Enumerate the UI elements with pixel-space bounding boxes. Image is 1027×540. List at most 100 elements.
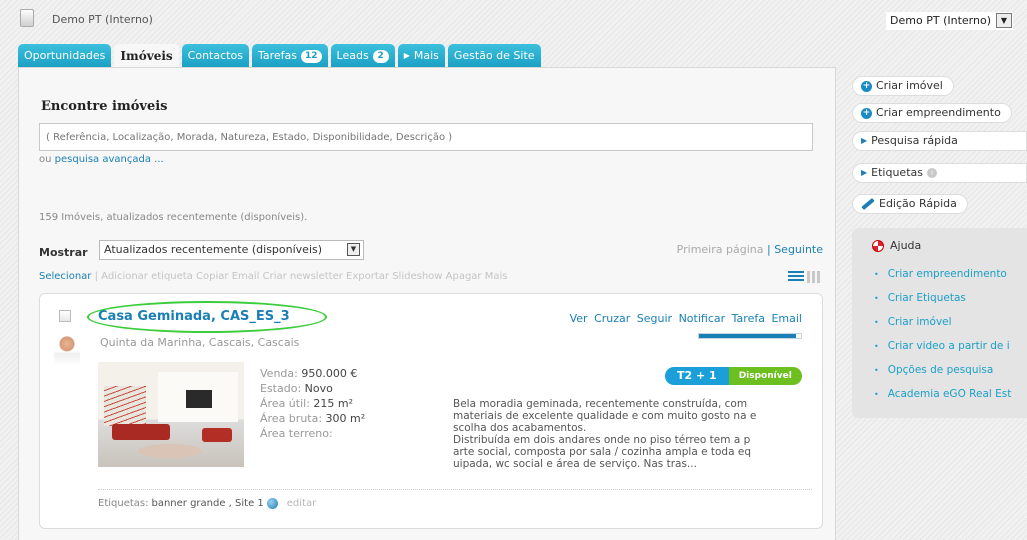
bulk-actions: Selecionar | Adicionar etiqueta Copiar E… <box>39 271 507 282</box>
quick-edit-button[interactable]: Edição Rápida <box>852 194 968 214</box>
select-action[interactable]: Selecionar <box>39 271 91 282</box>
status-badge: T2 + 1 Disponível <box>665 367 802 385</box>
help-link[interactable]: Criar Etiquetas <box>874 292 1011 316</box>
advanced-search-link[interactable]: pesquisa avançada ... <box>55 154 164 165</box>
lifebuoy-icon <box>872 239 884 252</box>
tab-label: Leads <box>336 49 369 62</box>
attr-gross-area: Área bruta: 300 m² <box>260 412 366 425</box>
tags-toggle[interactable]: ▶ Etiquetas i <box>852 163 1027 183</box>
next-page-link[interactable]: Seguinte <box>774 243 823 256</box>
export-action[interactable]: Exportar <box>346 271 389 282</box>
slideshow-action[interactable]: Slideshow <box>392 271 442 282</box>
first-page-link[interactable]: Primeira página <box>677 243 764 256</box>
divider <box>98 489 812 490</box>
triangle-right-icon: ▶ <box>403 51 410 60</box>
email-action[interactable]: Email <box>232 271 260 282</box>
notify-link[interactable]: Notificar <box>679 312 726 325</box>
triangle-right-icon: ▶ <box>861 136 868 145</box>
plus-icon: + <box>861 107 872 119</box>
completeness-bar <box>698 333 802 339</box>
tab-label: Gestão de Site <box>453 49 535 62</box>
property-card: Casa Geminada, CAS_ES_3 Quinta da Marinh… <box>39 293 823 529</box>
account-select[interactable]: Demo PT (Interno) ▼ <box>886 12 1013 30</box>
newsletter-action[interactable]: Criar newsletter <box>263 271 343 282</box>
delete-action[interactable]: Apagar <box>446 271 482 282</box>
property-tags: Etiquetas: banner grande , Site 1 editar <box>98 498 316 509</box>
view-toggle <box>788 271 821 283</box>
tab-label: Tarefas <box>257 49 297 62</box>
tab-tarefas[interactable]: Tarefas 12 <box>251 44 328 68</box>
chevron-down-icon[interactable]: ▼ <box>347 243 360 256</box>
tab-leads[interactable]: Leads 2 <box>330 44 395 68</box>
advanced-search: ou pesquisa avançada ... <box>39 154 164 165</box>
tags-value: banner grande , Site 1 <box>151 498 264 509</box>
tab-label: Contactos <box>187 49 243 62</box>
help-link[interactable]: Criar empreendimento <box>874 268 1011 292</box>
tab-contactos[interactable]: Contactos <box>181 44 249 68</box>
sort-select[interactable]: Atualizados recentemente (disponíveis) ▼ <box>99 240 364 260</box>
help-link[interactable]: Academia eGO Real Est <box>874 388 1012 412</box>
button-label: Pesquisa rápida <box>871 134 958 147</box>
tab-oportunidades[interactable]: Oportunidades <box>18 44 112 68</box>
action-separator: | <box>94 271 98 282</box>
attr-price: Venda: 950.000 € <box>260 367 358 380</box>
property-location: Quinta da Marinha, Cascais, Cascais <box>100 336 300 349</box>
triangle-right-icon: ▶ <box>861 168 868 177</box>
document-icon <box>20 9 34 27</box>
help-link[interactable]: Opções de pesquisa <box>874 364 1011 388</box>
sort-select-value: Atualizados recentemente (disponíveis) <box>104 243 323 256</box>
advanced-prefix: ou <box>39 154 52 165</box>
view-link[interactable]: Ver <box>570 312 588 325</box>
button-label: Etiquetas <box>871 166 923 179</box>
tarefas-count-badge: 12 <box>300 49 322 63</box>
account-select-value: Demo PT (Interno) <box>890 14 991 27</box>
search-title: Encontre imóveis <box>41 99 168 114</box>
info-icon[interactable]: i <box>926 168 937 178</box>
create-property-button[interactable]: + Criar imóvel <box>852 76 954 96</box>
leads-count-badge: 2 <box>372 49 389 63</box>
button-label: Criar empreendimento <box>876 106 1001 119</box>
agent-avatar <box>54 332 80 366</box>
globe-icon <box>266 498 278 509</box>
task-link[interactable]: Tarefa <box>732 312 765 325</box>
help-panel: Ajuda Criar empreendimento Criar Etiquet… <box>852 228 1027 418</box>
tags-prefix: Etiquetas: <box>98 498 149 509</box>
tab-imoveis[interactable]: Imóveis <box>114 44 179 68</box>
quick-search-toggle[interactable]: ▶ Pesquisa rápida <box>852 131 1027 151</box>
copy-action[interactable]: Copiar <box>196 271 228 282</box>
add-tag-action[interactable]: Adicionar etiqueta <box>101 271 193 282</box>
list-view-icon[interactable] <box>788 271 804 283</box>
property-description: Bela moradia geminada, recentemente cons… <box>453 398 757 470</box>
tab-label: Mais <box>413 49 439 62</box>
button-label: Criar imóvel <box>876 79 943 92</box>
tab-label: Oportunidades <box>24 49 106 62</box>
completeness-bar-fill <box>699 334 796 338</box>
help-link[interactable]: Criar video a partir de i <box>874 340 1011 364</box>
create-development-button[interactable]: + Criar empreendimento <box>852 103 1012 123</box>
tab-gestao-de-site[interactable]: Gestão de Site <box>447 44 541 68</box>
pager-separator: | <box>766 243 771 256</box>
property-photo[interactable] <box>98 362 244 467</box>
plus-icon: + <box>861 80 872 92</box>
main-panel: Encontre imóveis ou pesquisa avançada ..… <box>18 67 836 540</box>
typology-badge: T2 + 1 <box>665 367 729 385</box>
select-checkbox[interactable] <box>59 310 71 322</box>
attr-state: Estado: Novo <box>260 382 333 395</box>
attr-land-area: Área terreno: <box>260 427 333 440</box>
grid-view-icon[interactable] <box>807 271 821 283</box>
more-action[interactable]: Mais <box>485 271 508 282</box>
edit-tags-link[interactable]: editar <box>287 498 316 509</box>
attr-useful-area: Área útil: 215 m² <box>260 397 354 410</box>
chevron-down-icon[interactable]: ▼ <box>996 13 1012 28</box>
help-title: Ajuda <box>872 239 921 252</box>
pager: Primeira página | Seguinte <box>677 243 823 256</box>
tab-mais[interactable]: ▶ Mais <box>397 44 445 68</box>
results-count: 159 Imóveis, atualizados recentemente (d… <box>39 212 308 223</box>
follow-link[interactable]: Seguir <box>637 312 672 325</box>
property-title-link[interactable]: Casa Geminada, CAS_ES_3 <box>98 309 290 324</box>
cross-link[interactable]: Cruzar <box>594 312 630 325</box>
email-link[interactable]: Email <box>771 312 802 325</box>
main-tabs: Oportunidades Imóveis Contactos Tarefas 1… <box>18 44 541 68</box>
help-link[interactable]: Criar imóvel <box>874 316 1011 340</box>
search-input[interactable] <box>39 123 813 151</box>
